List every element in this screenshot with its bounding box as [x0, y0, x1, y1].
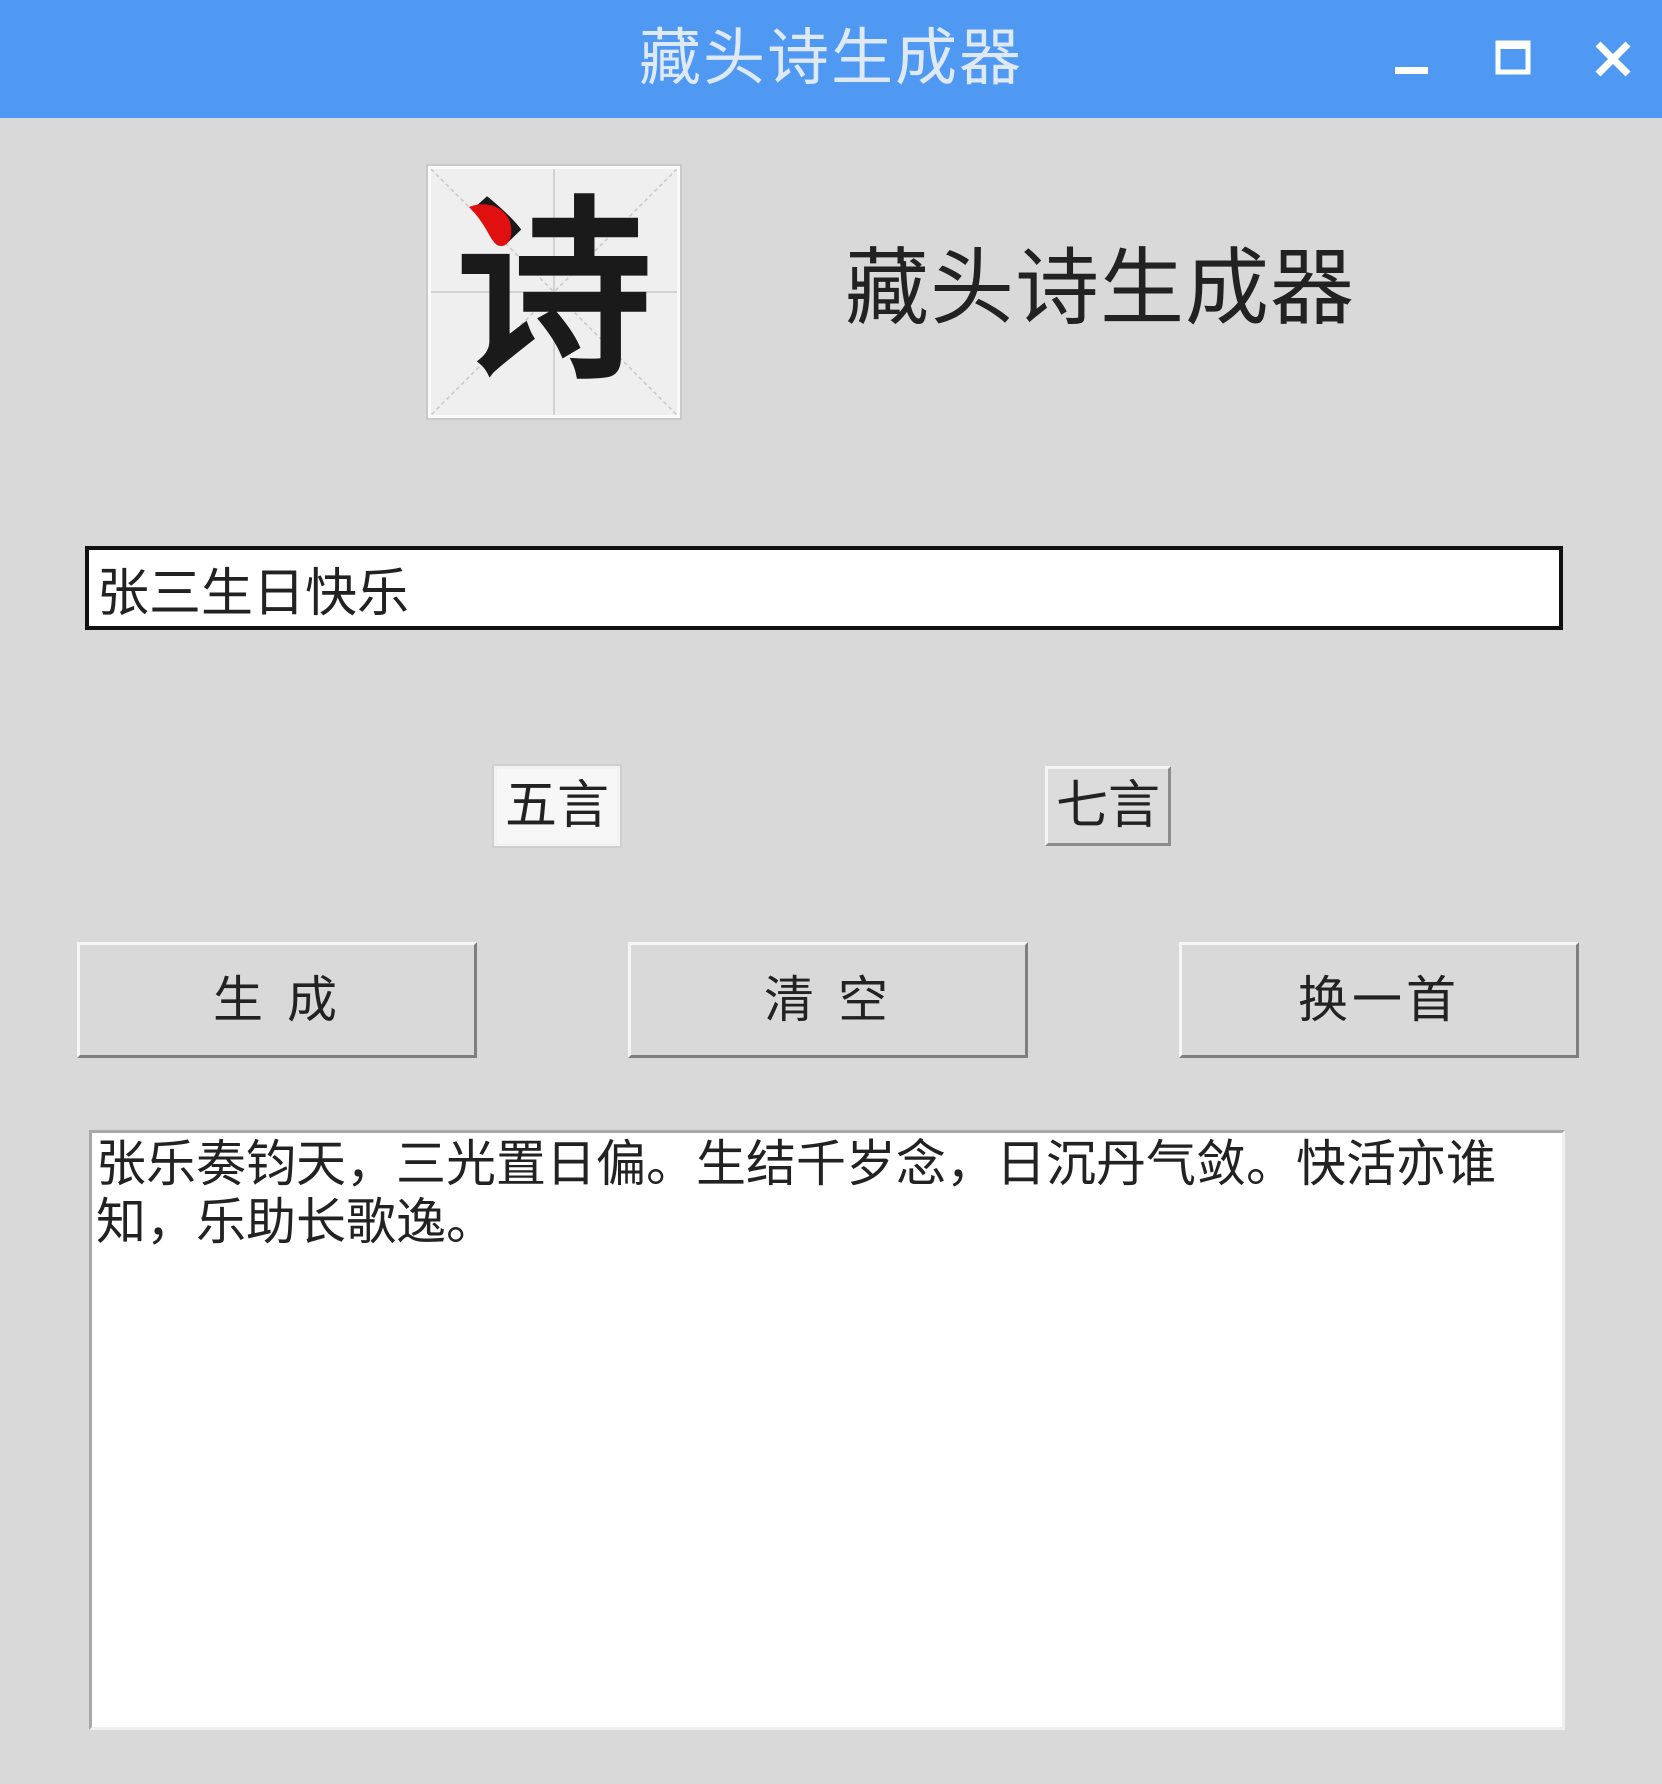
title-bar[interactable]: 藏头诗生成器 — [0, 0, 1662, 118]
minimize-button[interactable] — [1378, 24, 1448, 94]
another-poem-button[interactable]: 换一首 — [1179, 942, 1579, 1058]
maximize-button[interactable] — [1478, 24, 1548, 94]
app-window: 藏头诗生成器 诗 藏头诗生成器 张三生日快乐 五言 七言 生 成 清 空 换一首… — [0, 0, 1662, 1784]
logo-accent-icon — [469, 204, 512, 247]
option-seven-char[interactable]: 七言 — [1045, 766, 1172, 846]
maximize-icon — [1495, 40, 1531, 75]
poem-output[interactable]: 张乐奏钧天，三光置日偏。生结千岁念，日沉丹气敛。快活亦谁知，乐助长歌逸。 — [89, 1130, 1565, 1730]
poem-logo: 诗 — [428, 166, 680, 418]
close-icon — [1595, 41, 1631, 77]
close-button[interactable] — [1578, 24, 1648, 94]
generate-button[interactable]: 生 成 — [77, 942, 477, 1058]
clear-button[interactable]: 清 空 — [628, 942, 1028, 1058]
app-heading: 藏头诗生成器 — [845, 239, 1356, 337]
acrostic-input[interactable] — [85, 546, 1563, 630]
option-five-char[interactable]: 五言 — [494, 766, 621, 846]
minimize-icon — [1395, 67, 1428, 74]
